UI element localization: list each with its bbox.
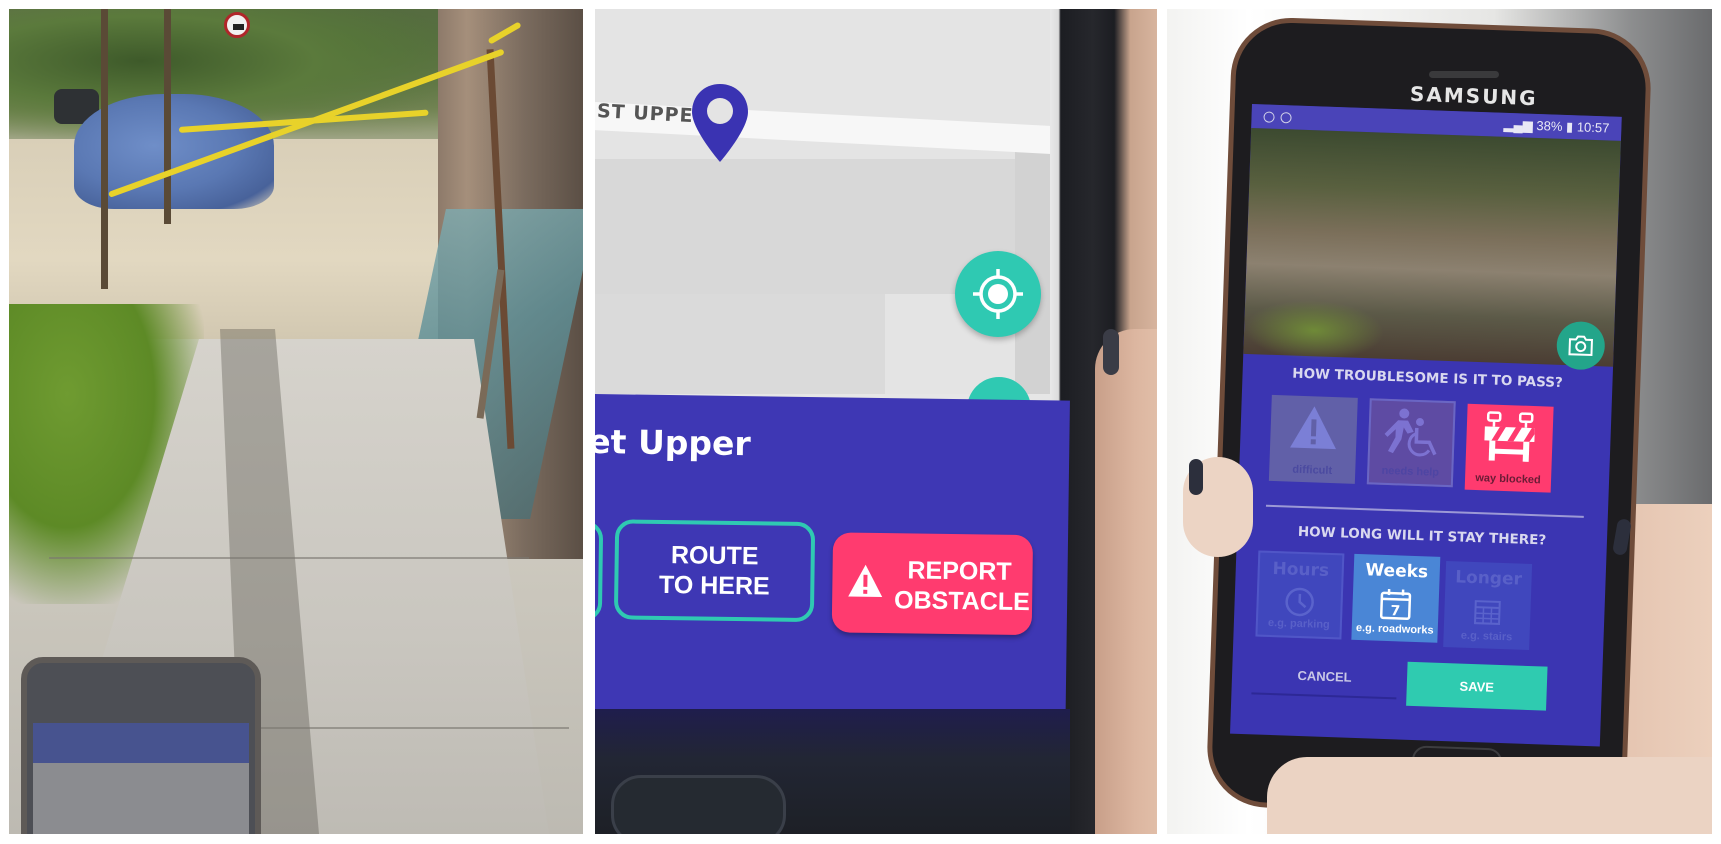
duration-title: Hours [1272, 559, 1330, 581]
map-app-panel: ST UPPER et Upper ROUTE TO HERE REPORT O… [595, 9, 1157, 834]
calendar-number: 7 [1390, 603, 1400, 619]
tree-trunk [164, 9, 171, 224]
severity-label: way blocked [1475, 472, 1541, 487]
severity-option-needs-help[interactable]: needs help [1366, 398, 1456, 488]
severity-option-difficult[interactable]: difficult [1268, 394, 1358, 484]
fingernail [1103, 329, 1119, 375]
map-pin-icon[interactable] [690, 82, 750, 164]
calendar-grid-icon [1473, 600, 1501, 625]
battery-level: 38% [1536, 117, 1563, 134]
notification-icon [1263, 110, 1275, 123]
report-form-panel: SAMSUNG ▂▄▆ 38% ▮ 10:57 HOW TROUBLESOME … [1167, 9, 1712, 834]
severity-label: difficult [1292, 463, 1333, 478]
duration-option-weeks[interactable]: Weeks 7 e.g. roadworks [1351, 553, 1441, 643]
road-barrier-icon [1484, 411, 1535, 462]
clock: 10:57 [1576, 119, 1610, 136]
duration-option-longer[interactable]: Longer e.g. stairs [1443, 561, 1533, 651]
phone-app-header [33, 723, 249, 763]
report-button-label: REPORT OBSTACLE [893, 556, 1030, 617]
map-view[interactable]: ST UPPER [595, 9, 1096, 441]
status-right: ▂▄▆ 38% ▮ 10:57 [1503, 117, 1609, 137]
photo-grass [1243, 297, 1386, 363]
tree-trunk [101, 9, 108, 289]
duration-example: e.g. roadworks [1355, 621, 1434, 637]
calendar-7-icon: 7 [1379, 589, 1412, 620]
phone-in-foreground [21, 657, 261, 834]
duration-option-hours[interactable]: Hours e.g. parking [1255, 550, 1345, 640]
location-bottom-sheet: et Upper ROUTE TO HERE REPORT OBSTACLE [595, 394, 1070, 723]
truck-icon [233, 24, 244, 30]
street-photo-panel [9, 9, 583, 834]
duration-question: HOW LONG WILL IT STAY THERE? [1297, 523, 1547, 549]
assisted-wheelchair-icon [1384, 408, 1437, 457]
partial-action-button[interactable] [595, 518, 604, 622]
route-to-here-button[interactable]: ROUTE TO HERE [613, 519, 816, 623]
fingernail [1189, 459, 1203, 495]
duration-example: e.g. parking [1267, 616, 1330, 632]
device-brand-logo: SAMSUNG [1409, 81, 1538, 111]
severity-label: needs help [1381, 464, 1440, 479]
phone-screen: ▂▄▆ 38% ▮ 10:57 HOW TROUBLESOME IS IT TO… [1230, 104, 1622, 747]
section-divider [1265, 504, 1584, 518]
signal-icon: ▂▄▆ [1503, 116, 1537, 133]
phone-app-body [33, 763, 249, 834]
location-title: et Upper [595, 421, 751, 464]
crosshair-target-icon [973, 269, 1023, 319]
home-button[interactable] [611, 775, 786, 834]
sidewalk-crack [49, 557, 529, 559]
notification-icons [1263, 110, 1292, 123]
cancel-button[interactable]: CANCEL [1251, 654, 1398, 700]
map-building-block [595, 159, 1015, 294]
duration-title: Longer [1454, 567, 1523, 590]
warning-icon [848, 564, 883, 598]
severity-option-way-blocked[interactable]: way blocked [1464, 403, 1554, 493]
clock-icon [1285, 587, 1314, 617]
duration-title: Weeks [1365, 560, 1429, 583]
no-trucks-sign [224, 12, 250, 38]
camera-icon [1568, 335, 1594, 357]
warning-icon [1290, 406, 1337, 450]
earpiece-speaker [1429, 71, 1499, 78]
report-obstacle-button[interactable]: REPORT OBSTACLE [831, 532, 1034, 636]
duration-example: e.g. stairs [1460, 629, 1513, 644]
whatsapp-icon [1280, 111, 1292, 123]
route-button-label: ROUTE TO HERE [658, 541, 770, 601]
hand [1095, 329, 1157, 834]
hand-bottom [1267, 757, 1712, 834]
map-building-block [595, 294, 885, 394]
locate-me-button[interactable] [955, 251, 1041, 337]
severity-question: HOW TROUBLESOME IS IT TO PASS? [1292, 365, 1564, 392]
save-button[interactable]: SAVE [1406, 661, 1548, 711]
